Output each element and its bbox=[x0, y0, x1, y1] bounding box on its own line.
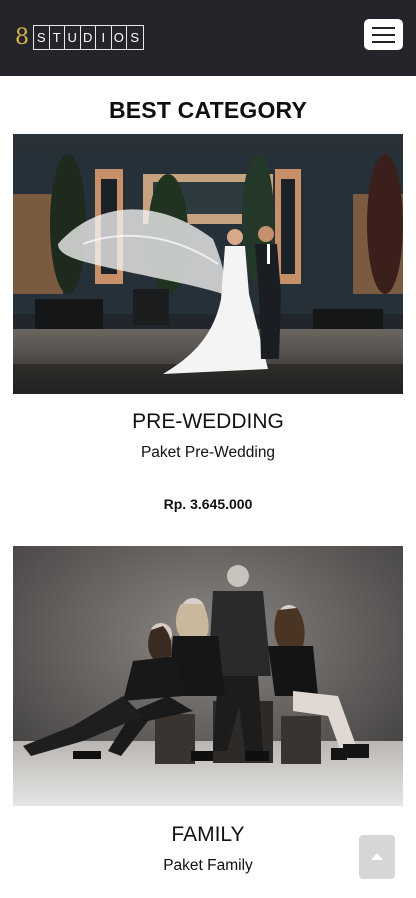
logo-letter: U bbox=[65, 26, 81, 49]
family-photo[interactable] bbox=[13, 546, 403, 806]
logo-letter: S bbox=[34, 26, 50, 49]
category-name[interactable]: FAMILY bbox=[13, 823, 403, 847]
navbar: 8 S T U D I O S bbox=[0, 0, 416, 76]
logo-digit: 8 bbox=[15, 24, 29, 50]
section-title: BEST CATEGORY bbox=[108, 97, 308, 123]
menu-toggle-button[interactable] bbox=[364, 19, 403, 50]
logo-letter: T bbox=[50, 26, 65, 49]
brand-logo[interactable]: 8 S T U D I O S bbox=[15, 25, 144, 50]
logo-letter: D bbox=[81, 26, 96, 49]
category-price: Rp. 3.645.000 bbox=[163, 496, 253, 512]
category-card-prewedding[interactable]: PRE-WEDDING Paket Pre-Wedding Rp. 3.645.… bbox=[13, 134, 403, 512]
logo-letter: O bbox=[112, 26, 127, 49]
category-card-family[interactable]: FAMILY Paket Family bbox=[13, 546, 403, 874]
logo-wordmark: S T U D I O S bbox=[33, 25, 144, 50]
prewedding-photo[interactable] bbox=[13, 134, 403, 394]
category-subtitle: Paket Family bbox=[163, 857, 253, 874]
category-subtitle: Paket Pre-Wedding bbox=[140, 444, 276, 461]
back-to-top-button[interactable] bbox=[359, 835, 395, 879]
category-name[interactable]: PRE-WEDDING bbox=[13, 410, 403, 434]
triangle-up-icon bbox=[371, 853, 383, 860]
logo-letter: I bbox=[96, 26, 112, 49]
logo-letter: S bbox=[130, 30, 140, 45]
